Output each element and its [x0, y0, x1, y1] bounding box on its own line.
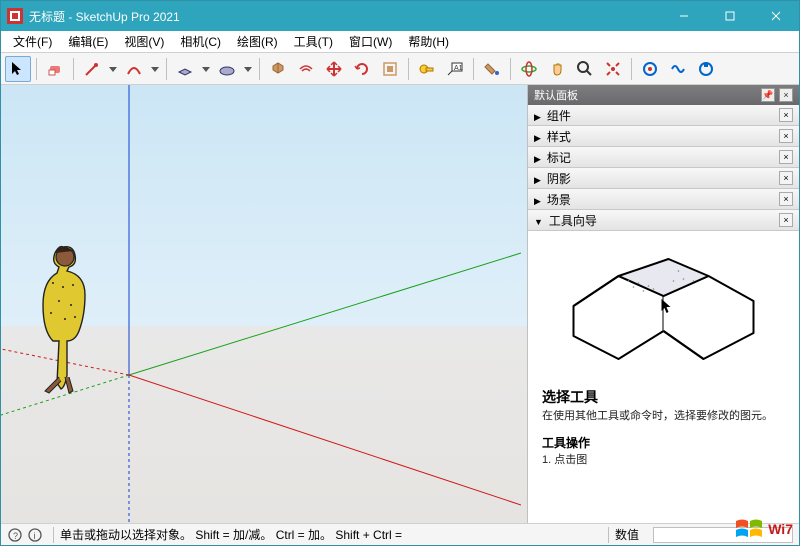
pin-icon[interactable]: 📌 — [761, 88, 775, 102]
minimize-button[interactable] — [661, 1, 707, 31]
titlebar: 无标题 - SketchUp Pro 2021 — [1, 1, 799, 31]
toolbar-separator — [259, 58, 260, 80]
toolbar-separator — [408, 58, 409, 80]
panel-section-scenes[interactable]: ▶ 场景 × — [528, 189, 799, 210]
section-label: 工具向导 — [549, 214, 597, 228]
svg-text:A1: A1 — [454, 65, 463, 72]
viewport[interactable] — [1, 85, 527, 523]
instructor-ops-heading: 工具操作 — [542, 434, 785, 451]
menu-window[interactable]: 窗口(W) — [341, 31, 400, 52]
value-input[interactable] — [653, 527, 793, 543]
arc-tool[interactable] — [121, 56, 147, 82]
statusbar: ? i 单击或拖动以选择对象。 Shift = 加/减。 Ctrl = 加。 S… — [1, 523, 799, 545]
zoom-extents-tool[interactable] — [600, 56, 626, 82]
circle-tool[interactable] — [214, 56, 240, 82]
circle-dropdown[interactable] — [242, 56, 254, 82]
instructor-content: 选择工具 在使用其他工具或命令时，选择要修改的图元。 工具操作 1. 点击图 — [528, 231, 799, 523]
panel-title: 默认面板 — [534, 87, 578, 103]
window-title: 无标题 - SketchUp Pro 2021 — [29, 8, 661, 25]
section-label: 场景 — [547, 193, 571, 207]
orbit-tool[interactable] — [516, 56, 542, 82]
panel-section-components[interactable]: ▶ 组件 × — [528, 105, 799, 126]
toolbar: A1 — [1, 53, 799, 85]
panel-section-shadows[interactable]: ▶ 阴影 × — [528, 168, 799, 189]
svg-text:?: ? — [13, 531, 18, 541]
warehouse-tool[interactable] — [637, 56, 663, 82]
pushpull-tool[interactable] — [265, 56, 291, 82]
section-label: 标记 — [547, 151, 571, 165]
panel-close-button[interactable]: × — [779, 88, 793, 102]
menu-camera[interactable]: 相机(C) — [172, 31, 229, 52]
maximize-button[interactable] — [707, 1, 753, 31]
toolbar-separator — [73, 58, 74, 80]
toolbar-separator — [473, 58, 474, 80]
menu-file[interactable]: 文件(F) — [5, 31, 60, 52]
tape-tool[interactable] — [414, 56, 440, 82]
rectangle-tool[interactable] — [172, 56, 198, 82]
section-label: 阴影 — [547, 172, 571, 186]
toolbar-separator — [36, 58, 37, 80]
select-tool[interactable] — [5, 56, 31, 82]
section-label: 样式 — [547, 130, 571, 144]
instructor-description: 在使用其他工具或命令时，选择要修改的图元。 — [542, 409, 785, 424]
chevron-right-icon: ▶ — [534, 154, 541, 164]
scale-tool[interactable] — [377, 56, 403, 82]
menu-view[interactable]: 视图(V) — [116, 31, 172, 52]
menu-tools[interactable]: 工具(T) — [286, 31, 341, 52]
chevron-down-icon: ▼ — [534, 217, 543, 227]
info-icon[interactable]: i — [27, 527, 43, 543]
svg-text:i: i — [34, 531, 36, 541]
panel-section-instructor[interactable]: ▼ 工具向导 × — [528, 210, 799, 231]
line-dropdown[interactable] — [107, 56, 119, 82]
value-label: 数值 — [615, 526, 649, 543]
text-tool[interactable]: A1 — [442, 56, 468, 82]
section-close-button[interactable]: × — [779, 150, 793, 164]
instructor-sketch — [542, 241, 785, 381]
menu-draw[interactable]: 绘图(R) — [229, 31, 286, 52]
pan-tool[interactable] — [544, 56, 570, 82]
instructor-ops-step: 1. 点击图 — [542, 453, 785, 468]
panel-header[interactable]: 默认面板 📌 × — [528, 85, 799, 105]
extension-tool[interactable] — [665, 56, 691, 82]
scale-figure — [33, 245, 93, 395]
toolbar-separator — [510, 58, 511, 80]
section-close-button[interactable]: × — [779, 171, 793, 185]
rotate-tool[interactable] — [349, 56, 375, 82]
section-close-button[interactable]: × — [779, 213, 793, 227]
section-close-button[interactable]: × — [779, 192, 793, 206]
eraser-tool[interactable] — [42, 56, 68, 82]
main-area: 默认面板 📌 × ▶ 组件 × ▶ 样式 × ▶ 标记 × ▶ 阴影 × ▶ 场景 × ▼ 工具向导 × — [1, 85, 799, 523]
zoom-tool[interactable] — [572, 56, 598, 82]
section-close-button[interactable]: × — [779, 108, 793, 122]
section-close-button[interactable]: × — [779, 129, 793, 143]
chevron-right-icon: ▶ — [534, 112, 541, 122]
status-separator — [53, 527, 54, 543]
chevron-right-icon: ▶ — [534, 133, 541, 143]
menu-help[interactable]: 帮助(H) — [400, 31, 457, 52]
status-separator — [608, 527, 609, 543]
section-label: 组件 — [547, 109, 571, 123]
panel-section-tags[interactable]: ▶ 标记 × — [528, 147, 799, 168]
line-tool[interactable] — [79, 56, 105, 82]
close-button[interactable] — [753, 1, 799, 31]
arc-dropdown[interactable] — [149, 56, 161, 82]
status-hint: 单击或拖动以选择对象。 Shift = 加/减。 Ctrl = 加。 Shift… — [60, 526, 602, 543]
chevron-right-icon: ▶ — [534, 196, 541, 206]
paint-tool[interactable] — [479, 56, 505, 82]
panel-section-styles[interactable]: ▶ 样式 × — [528, 126, 799, 147]
app-icon — [7, 8, 23, 24]
menubar: 文件(F) 编辑(E) 视图(V) 相机(C) 绘图(R) 工具(T) 窗口(W… — [1, 31, 799, 53]
extension-manager-tool[interactable] — [693, 56, 719, 82]
toolbar-separator — [166, 58, 167, 80]
instructor-heading: 选择工具 — [542, 387, 785, 407]
move-tool[interactable] — [321, 56, 347, 82]
chevron-right-icon: ▶ — [534, 175, 541, 185]
toolbar-separator — [631, 58, 632, 80]
rectangle-dropdown[interactable] — [200, 56, 212, 82]
default-tray-panel: 默认面板 📌 × ▶ 组件 × ▶ 样式 × ▶ 标记 × ▶ 阴影 × ▶ 场景 × ▼ 工具向导 × — [527, 85, 799, 523]
help-icon[interactable]: ? — [7, 527, 23, 543]
menu-edit[interactable]: 编辑(E) — [60, 31, 116, 52]
offset-tool[interactable] — [293, 56, 319, 82]
